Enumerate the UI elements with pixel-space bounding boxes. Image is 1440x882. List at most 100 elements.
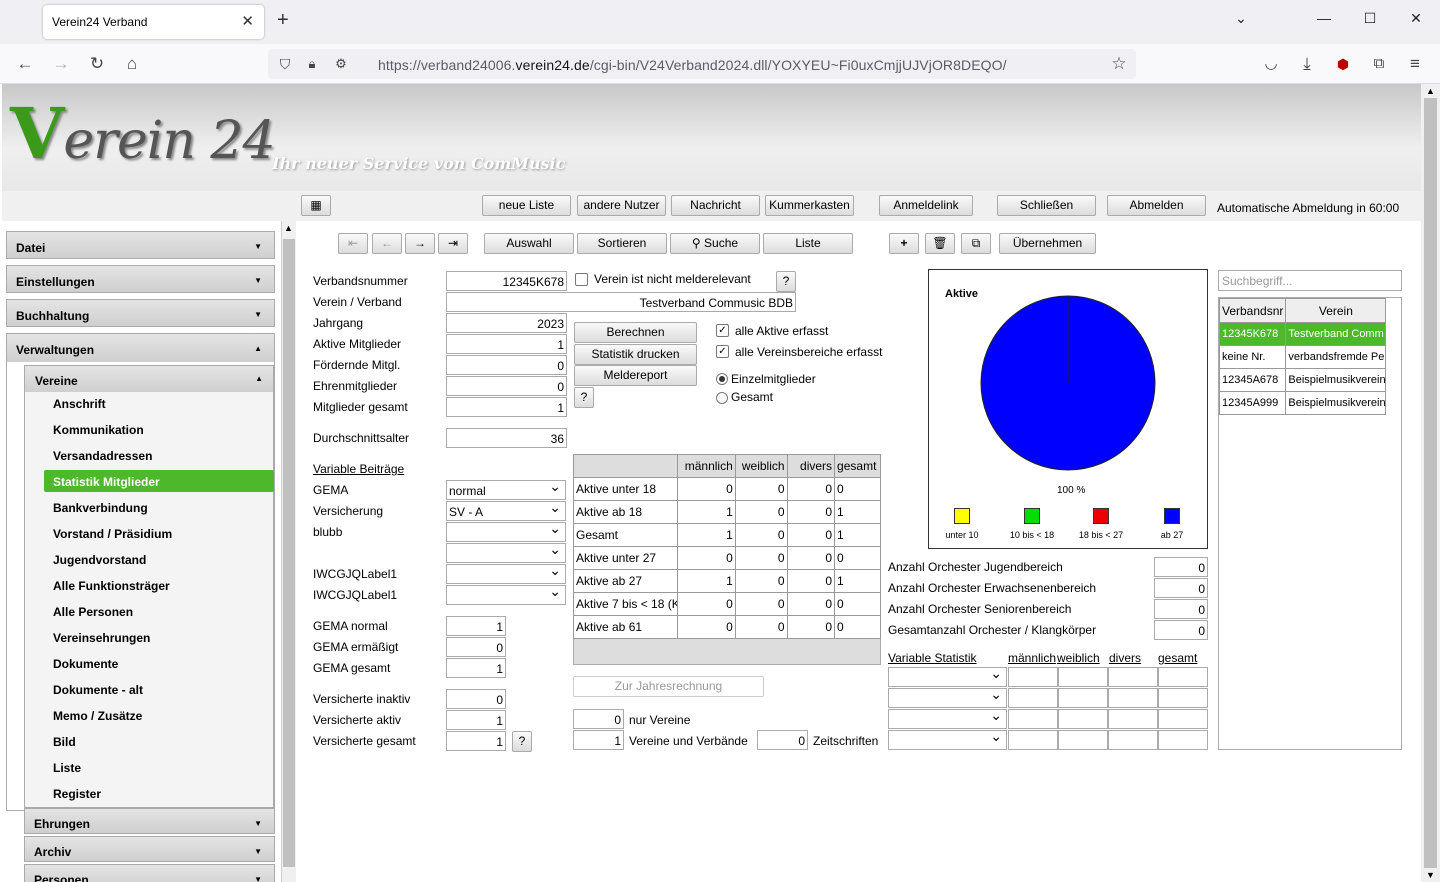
help-button[interactable]: ? xyxy=(776,271,796,292)
stats-cell-gesamt[interactable]: 1 xyxy=(834,500,881,524)
stats-cell-maennlich[interactable]: 1 xyxy=(677,523,736,547)
new-tab-icon[interactable]: + xyxy=(277,10,289,30)
first-record-button[interactable]: ⇤ xyxy=(338,233,368,254)
search-result-row[interactable]: 12345K678 Testverband Comm xyxy=(1218,322,1387,346)
sidebar-item-dokumente[interactable]: Dokumente xyxy=(44,652,274,674)
varstat-field[interactable] xyxy=(1058,730,1108,750)
stats-cell-gesamt[interactable]: 1 xyxy=(834,523,881,547)
varstat-field[interactable] xyxy=(1108,709,1158,729)
sidebar-item-kommunikation[interactable]: Kommunikation xyxy=(44,418,274,440)
url-bar[interactable]: ⛉ 🔒︎ ⚙ https://verband24006.verein24.de/… xyxy=(268,49,1136,79)
sortieren-button[interactable]: Sortieren xyxy=(577,233,667,254)
ehren-field[interactable]: 0 xyxy=(446,376,567,396)
versicherte-inaktiv-field[interactable]: 0 xyxy=(446,689,506,709)
page-scroll-thumb[interactable] xyxy=(1424,98,1437,868)
stats-cell-weiblich[interactable]: 0 xyxy=(734,592,788,616)
trash-icon[interactable]: 🗑︎ xyxy=(925,233,955,254)
liste-button[interactable]: Liste xyxy=(763,233,853,254)
copy-icon[interactable]: ⧉ xyxy=(961,233,991,254)
sidebar-item-jugendvorstand[interactable]: Jugendvorstand xyxy=(44,548,274,570)
stats-cell-divers[interactable]: 0 xyxy=(786,592,836,616)
foerdernde-field[interactable]: 0 xyxy=(446,355,567,375)
abmelden-button[interactable]: Abmelden xyxy=(1107,195,1206,216)
sidebar-section-datei[interactable]: Datei ▼ xyxy=(6,231,275,259)
sidebar-item-alle-personen[interactable]: Alle Personen xyxy=(44,600,274,622)
meldereport-button[interactable]: Meldereport xyxy=(574,365,697,386)
stats-cell-gesamt[interactable]: 0 xyxy=(834,477,881,501)
sidebar-item-funktionstraeger[interactable]: Alle Funktionsträger xyxy=(44,574,274,596)
andere-nutzer-button[interactable]: andere Nutzer xyxy=(577,195,666,216)
suche-button[interactable]: ⚲ Suche xyxy=(670,233,760,254)
next-record-button[interactable]: → xyxy=(405,233,435,254)
zur-jahresrechnung-button[interactable]: Zur Jahresrechnung xyxy=(573,676,764,697)
prev-record-button[interactable]: ← xyxy=(372,233,402,254)
help-button[interactable]: ? xyxy=(574,387,594,408)
minimize-icon[interactable]: — xyxy=(1314,10,1334,26)
varstat-field[interactable] xyxy=(1008,730,1058,750)
search-result-name[interactable]: Testverband Comm xyxy=(1285,322,1387,346)
stats-cell-divers[interactable]: 0 xyxy=(786,569,836,593)
sidebar-scroll-thumb[interactable] xyxy=(283,239,295,867)
auswahl-button[interactable]: Auswahl xyxy=(484,233,574,254)
stats-cell-maennlich[interactable]: 1 xyxy=(677,500,736,524)
search-result-name[interactable]: verbandsfremde Pe xyxy=(1285,345,1387,369)
forward-icon[interactable]: → xyxy=(50,54,72,74)
varstat-field[interactable] xyxy=(1108,730,1158,750)
gesamt-field[interactable]: 1 xyxy=(446,397,567,417)
download-icon[interactable]: ⤓ xyxy=(1296,54,1318,74)
sidebar-section-archiv[interactable]: Archiv ▼ xyxy=(24,836,275,862)
maximize-icon[interactable]: ☐ xyxy=(1360,10,1380,27)
nachricht-button[interactable]: Nachricht xyxy=(671,195,760,216)
versicherung-select[interactable]: SV - A xyxy=(446,499,566,521)
stats-cell-weiblich[interactable]: 0 xyxy=(734,569,788,593)
stats-cell-weiblich[interactable]: 0 xyxy=(734,477,788,501)
back-icon[interactable]: ← xyxy=(14,54,36,74)
help-button[interactable]: ? xyxy=(512,731,532,752)
tab-list-icon[interactable]: ⌄ xyxy=(1231,10,1251,27)
sidebar-item-memo[interactable]: Memo / Zusätze xyxy=(44,704,274,726)
iwc1-select[interactable] xyxy=(446,562,566,584)
menu-toggle-button[interactable]: ▦ xyxy=(301,195,331,216)
shield-icon[interactable]: ⛉ xyxy=(274,54,296,74)
varstat-field[interactable] xyxy=(1158,730,1208,750)
verbandsnummer-field[interactable]: 12345K678 xyxy=(446,271,567,291)
verein-field[interactable]: Testverband Commusic BDB xyxy=(446,292,796,312)
add-icon[interactable]: + xyxy=(889,233,919,254)
varstat-select[interactable] xyxy=(888,686,1007,708)
stats-cell-weiblich[interactable]: 0 xyxy=(734,615,788,639)
sidebar-item-bankverbindung[interactable]: Bankverbindung xyxy=(44,496,274,518)
extra-select[interactable] xyxy=(446,541,566,563)
sidebar-item-dokumente-alt[interactable]: Dokumente - alt xyxy=(44,678,274,700)
sidebar-item-vorstand[interactable]: Vorstand / Präsidium xyxy=(44,522,274,544)
nur-vereine-field[interactable]: 0 xyxy=(573,709,624,729)
varstat-field[interactable] xyxy=(1008,667,1058,687)
search-result-nr[interactable]: 12345A678 xyxy=(1218,368,1287,392)
anmeldelink-button[interactable]: Anmeldelink xyxy=(879,195,973,216)
zeitschriften-field[interactable]: 0 xyxy=(757,730,808,750)
search-result-row[interactable]: 12345A999 Beispielmusikverein xyxy=(1218,391,1387,415)
stats-cell-gesamt[interactable]: 0 xyxy=(834,592,881,616)
nicht-melderelevant-checkbox[interactable] xyxy=(575,273,588,286)
sidebar-section-personen[interactable]: Personen ▼ xyxy=(24,864,275,882)
gema-gesamt-field[interactable]: 1 xyxy=(446,658,506,678)
vereine-verbaende-field[interactable]: 1 xyxy=(573,730,624,750)
varstat-field[interactable] xyxy=(1108,667,1158,687)
stats-cell-gesamt[interactable]: 0 xyxy=(834,615,881,639)
sidebar-item-liste[interactable]: Liste xyxy=(44,756,274,778)
versicherte-aktiv-field[interactable]: 1 xyxy=(446,710,506,730)
aktive-field[interactable]: 1 xyxy=(446,334,567,354)
search-input[interactable]: Suchbegriff... xyxy=(1218,270,1402,291)
kummerkasten-button[interactable]: Kummerkasten xyxy=(765,195,854,216)
varstat-select[interactable] xyxy=(888,728,1007,750)
einzel-radio[interactable] xyxy=(716,373,728,385)
stats-cell-weiblich[interactable]: 0 xyxy=(734,500,788,524)
blubb-select[interactable] xyxy=(446,520,566,542)
sidebar-item-versandadressen[interactable]: Versandadressen xyxy=(44,444,274,466)
sidebar-section-buchhaltung[interactable]: Buchhaltung ▼ xyxy=(6,299,275,327)
stats-cell-weiblich[interactable]: 0 xyxy=(734,523,788,547)
orchester-senioren-field[interactable]: 0 xyxy=(1154,599,1208,619)
pocket-icon[interactable]: ◡ xyxy=(1260,54,1282,74)
durchschnitt-field[interactable]: 36 xyxy=(446,428,567,448)
varstat-field[interactable] xyxy=(1058,688,1108,708)
lock-icon[interactable]: 🔒︎ xyxy=(301,54,323,74)
